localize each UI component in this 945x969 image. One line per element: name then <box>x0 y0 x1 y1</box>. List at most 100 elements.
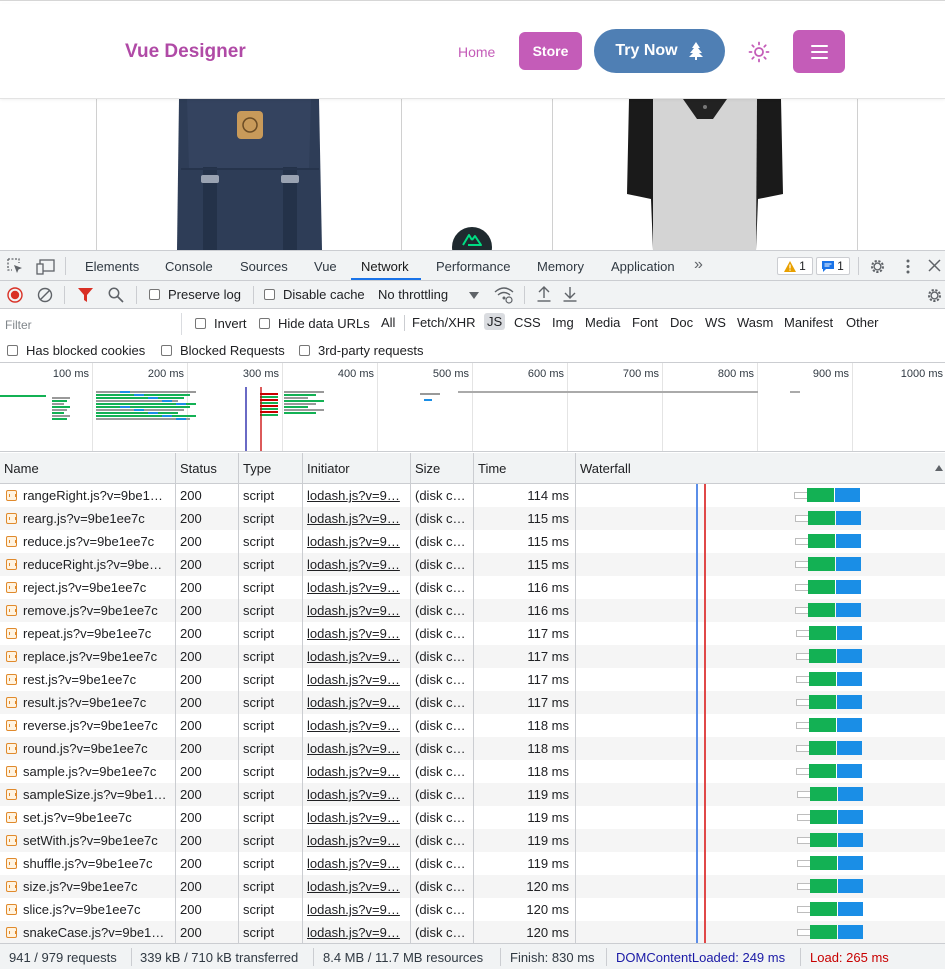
type-filter-img[interactable]: Img <box>552 315 574 330</box>
import-har-upload-icon[interactable] <box>537 286 551 302</box>
request-initiator-link[interactable]: lodash.js?v=9… <box>303 737 410 760</box>
column-header-type[interactable]: Type <box>239 453 303 484</box>
warnings-badge[interactable]: 1 <box>777 257 813 275</box>
request-initiator-link[interactable]: lodash.js?v=9… <box>303 852 410 875</box>
request-initiator-link[interactable]: lodash.js?v=9… <box>303 507 410 530</box>
product-card-shirt[interactable] <box>552 99 858 250</box>
request-name: setWith.js?v=9be1ee7c <box>23 833 158 848</box>
request-initiator-link[interactable]: lodash.js?v=9… <box>303 599 410 622</box>
nav-home-link[interactable]: Home <box>458 44 495 60</box>
type-filter-fetch-xhr[interactable]: Fetch/XHR <box>412 315 476 330</box>
column-header-status[interactable]: Status <box>176 453 239 484</box>
filter-funnel-icon[interactable] <box>78 287 93 303</box>
clear-icon[interactable] <box>37 287 53 303</box>
request-initiator-link[interactable]: lodash.js?v=9… <box>303 760 410 783</box>
request-initiator-link[interactable]: lodash.js?v=9… <box>303 806 410 829</box>
column-header-initiator[interactable]: Initiator <box>303 453 411 484</box>
request-initiator-link[interactable]: lodash.js?v=9… <box>303 921 410 943</box>
network-settings-gear-icon[interactable] <box>926 287 943 304</box>
messages-count: 1 <box>837 259 844 273</box>
disable-cache-checkbox[interactable] <box>264 289 275 300</box>
request-initiator-link[interactable]: lodash.js?v=9… <box>303 668 410 691</box>
tab-performance[interactable]: Performance <box>436 259 510 274</box>
script-file-icon <box>6 720 17 731</box>
product-card-backpack[interactable] <box>96 99 402 250</box>
type-filter-other[interactable]: Other <box>846 315 879 330</box>
chevron-down-icon[interactable] <box>469 292 479 299</box>
has-blocked-cookies-checkbox[interactable] <box>7 345 18 356</box>
request-initiator-link[interactable]: lodash.js?v=9… <box>303 645 410 668</box>
nav-store-button[interactable]: Store <box>519 32 582 70</box>
menu-hamburger-button[interactable] <box>793 30 845 73</box>
stop-recording-icon[interactable] <box>7 287 23 303</box>
type-filter-ws[interactable]: WS <box>705 315 726 330</box>
request-initiator-link[interactable]: lodash.js?v=9… <box>303 622 410 645</box>
request-initiator-link[interactable]: lodash.js?v=9… <box>303 530 410 553</box>
request-size: (disk c… <box>415 925 466 940</box>
throttling-select[interactable]: No throttling <box>378 287 448 302</box>
settings-gear-icon[interactable] <box>869 258 886 275</box>
request-initiator-link[interactable]: lodash.js?v=9… <box>303 875 410 898</box>
type-filter-doc[interactable]: Doc <box>670 315 693 330</box>
request-size: (disk c… <box>415 856 466 871</box>
theme-toggle-sun-icon[interactable] <box>748 41 770 63</box>
messages-badge[interactable]: 1 <box>816 257 850 275</box>
type-filter-js[interactable]: JS <box>484 313 506 330</box>
type-filter-wasm[interactable]: Wasm <box>737 315 773 330</box>
type-filter-css[interactable]: CSS <box>514 315 541 330</box>
request-initiator-link[interactable]: lodash.js?v=9… <box>303 576 410 599</box>
tab-elements[interactable]: Elements <box>85 259 139 274</box>
filter-input[interactable]: Filter <box>0 313 182 335</box>
request-initiator-link[interactable]: lodash.js?v=9… <box>303 691 410 714</box>
waterfall-waiting-bar <box>807 534 835 548</box>
request-initiator-link[interactable]: lodash.js?v=9… <box>303 484 410 507</box>
more-options-kebab-icon[interactable] <box>903 258 913 275</box>
type-filter-all[interactable]: All <box>381 315 395 330</box>
request-initiator-link[interactable]: lodash.js?v=9… <box>303 829 410 852</box>
hide-data-urls-checkbox[interactable] <box>259 318 270 329</box>
type-filter-manifest[interactable]: Manifest <box>784 315 833 330</box>
preserve-log-checkbox[interactable] <box>149 289 160 300</box>
request-initiator-link[interactable]: lodash.js?v=9… <box>303 714 410 737</box>
export-har-download-icon[interactable] <box>563 286 577 302</box>
column-header-size[interactable]: Size <box>411 453 474 484</box>
tab-vue[interactable]: Vue <box>314 259 337 274</box>
request-time: 118 ms <box>527 764 569 779</box>
nuxt-devtools-badge[interactable] <box>452 227 492 250</box>
tab-network[interactable]: Network <box>361 259 409 274</box>
request-initiator-link[interactable]: lodash.js?v=9… <box>303 783 410 806</box>
request-initiator-link[interactable]: lodash.js?v=9… <box>303 898 410 921</box>
request-name: sampleSize.js?v=9be1… <box>23 787 167 802</box>
waterfall-waiting-bar <box>808 626 836 640</box>
inspect-element-icon[interactable] <box>7 258 24 275</box>
tab-sources[interactable]: Sources <box>240 259 288 274</box>
waterfall-queue-bar <box>795 676 810 683</box>
more-tabs-chevron-icon[interactable]: » <box>694 256 703 274</box>
hamburger-line <box>810 56 828 59</box>
tab-console[interactable]: Console <box>165 259 213 274</box>
waterfall-waiting-bar <box>809 810 837 824</box>
column-header-name[interactable]: Name <box>0 453 176 484</box>
type-filter-font[interactable]: Font <box>632 315 658 330</box>
requests-count: 941 / 979 requests <box>9 950 117 965</box>
waterfall-download-bar <box>837 764 862 778</box>
blocked-requests-checkbox[interactable] <box>161 345 172 356</box>
search-icon[interactable] <box>108 287 124 303</box>
invert-checkbox[interactable] <box>195 318 206 329</box>
type-filter-media[interactable]: Media <box>585 315 620 330</box>
third-party-requests-checkbox[interactable] <box>299 345 310 356</box>
waterfall-queue-bar <box>794 492 808 499</box>
column-header-time[interactable]: Time <box>474 453 576 484</box>
brand-logo[interactable]: Vue Designer <box>125 41 246 63</box>
device-toolbar-icon[interactable] <box>36 258 55 275</box>
waterfall-waiting-bar <box>808 649 836 663</box>
network-overview-timeline[interactable]: 100 ms 200 ms 300 ms 400 ms 500 ms 600 m… <box>0 363 945 452</box>
request-initiator-link[interactable]: lodash.js?v=9… <box>303 553 410 576</box>
close-devtools-icon[interactable] <box>928 259 941 272</box>
column-header-waterfall[interactable]: Waterfall <box>576 453 945 484</box>
network-conditions-wifi-icon[interactable] <box>494 286 514 304</box>
try-now-button[interactable]: Try Now <box>594 29 725 73</box>
tab-memory[interactable]: Memory <box>537 259 584 274</box>
tab-application[interactable]: Application <box>611 259 675 274</box>
request-type: script <box>243 741 275 756</box>
